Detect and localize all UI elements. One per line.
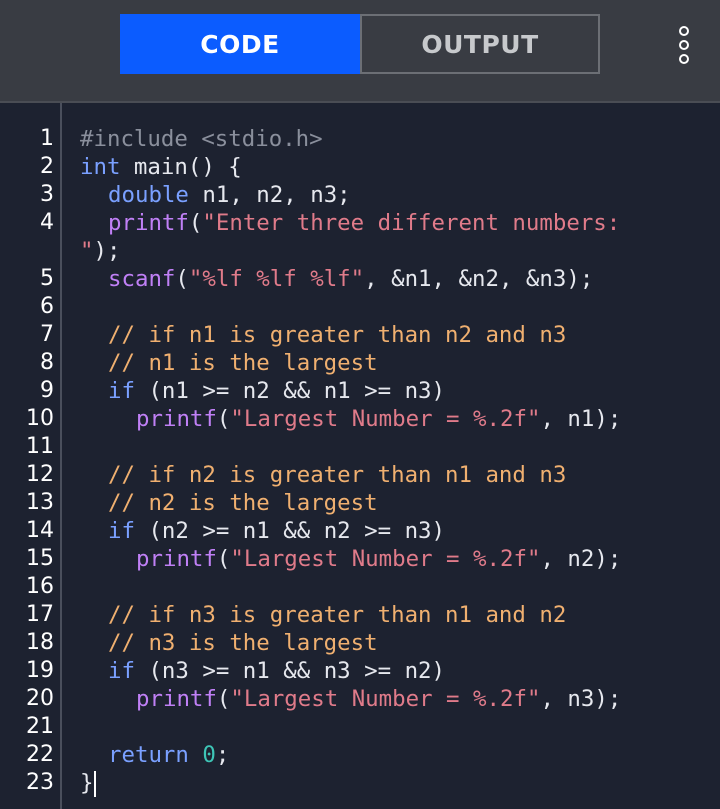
code-text: ( (216, 406, 231, 432)
code-line-17: // if n3 is greater than n1 and n2 (108, 601, 566, 629)
code-text: (n1 >= n2 && n1 >= n3) (134, 378, 446, 404)
line-number: 8 (40, 350, 54, 375)
code-text: n1, n2, n3; (188, 182, 351, 208)
preprocessor: #include <stdio.h> (80, 126, 323, 152)
keyword: double (108, 182, 189, 208)
code-line-20: printf("Largest Number = %.2f", n3); (136, 685, 621, 713)
keyword: int (80, 154, 121, 180)
line-number: 22 (26, 742, 54, 767)
code-text: ( (175, 266, 189, 292)
tab-code[interactable]: CODE (120, 14, 360, 74)
line-number: 6 (40, 294, 54, 319)
line-number: 5 (40, 266, 54, 291)
string-literal: "%lf %lf %lf" (188, 266, 365, 292)
code-line-5: scanf("%lf %lf %lf", &n1, &n2, &n3); (108, 265, 593, 293)
line-number: 15 (26, 546, 54, 571)
function-name: printf (136, 686, 217, 712)
code-text: (n2 >= n1 && n2 >= n3) (134, 518, 446, 544)
function-name: scanf (108, 266, 176, 292)
comment: // if n3 is greater than n1 and n2 (108, 602, 567, 628)
code-text: (n3 >= n1 && n3 >= n2) (134, 658, 446, 684)
comment: // n3 is the largest (108, 630, 378, 656)
line-number: 2 (40, 154, 54, 179)
comment: // n2 is the largest (108, 490, 378, 516)
code-line-10: printf("Largest Number = %.2f", n1); (136, 405, 621, 433)
string-literal: "Largest Number = %.2f" (230, 546, 541, 572)
menu-dot (679, 26, 689, 36)
code-text: ; (215, 742, 230, 768)
top-bar: CODE OUTPUT (0, 0, 720, 103)
line-number: 3 (40, 182, 54, 207)
code-text: } (80, 770, 94, 796)
code-line-8: // n1 is the largest (108, 349, 378, 377)
code-text: , &n1, &n2, &n3); (364, 266, 594, 292)
code-line-18: // n3 is the largest (108, 629, 378, 657)
line-number: 12 (26, 462, 54, 487)
tab-output[interactable]: OUTPUT (360, 14, 600, 74)
code-line-1: #include <stdio.h> (80, 125, 323, 153)
code-line-4: printf("Enter three different numbers: (108, 209, 620, 237)
code-line-22: return 0; (108, 741, 229, 769)
comment: // n1 is the largest (108, 350, 378, 376)
line-number-gutter: 1 2 3 4 5 6 7 8 9 10 11 12 13 14 15 16 1… (0, 103, 62, 809)
line-number: 4 (40, 210, 54, 235)
line-number: 11 (26, 434, 54, 459)
line-number: 9 (40, 378, 54, 403)
code-line-14: if (n2 >= n1 && n2 >= n3) (108, 517, 445, 545)
code-text: , n2); (540, 546, 622, 572)
string-literal: " (80, 238, 94, 264)
function-name: printf (136, 406, 217, 432)
code-text: , n1); (540, 406, 622, 432)
code-line-12: // if n2 is greater than n1 and n3 (108, 461, 566, 489)
keyword: if (108, 378, 135, 404)
keyword: if (108, 518, 135, 544)
string-literal: "Enter three different numbers: (202, 210, 621, 236)
code-line-23: } (80, 769, 97, 797)
code-text: ); (93, 238, 121, 264)
line-number: 1 (40, 126, 54, 151)
line-number: 20 (26, 686, 54, 711)
line-number: 18 (26, 630, 54, 655)
code-text: main() { (120, 154, 242, 180)
code-line-7: // if n1 is greater than n2 and n3 (108, 321, 566, 349)
line-number: 21 (26, 714, 54, 739)
code-line-3: double n1, n2, n3; (108, 181, 351, 209)
code-line-15: printf("Largest Number = %.2f", n2); (136, 545, 621, 573)
keyword: return (108, 742, 189, 768)
line-number: 23 (26, 770, 54, 795)
line-number: 13 (26, 490, 54, 515)
code-editor[interactable]: 1 2 3 4 5 6 7 8 9 10 11 12 13 14 15 16 1… (0, 103, 720, 809)
line-number: 14 (26, 518, 54, 543)
function-name: printf (136, 546, 217, 572)
line-number: 10 (26, 406, 54, 431)
code-line-9: if (n1 >= n2 && n1 >= n3) (108, 377, 445, 405)
string-literal: "Largest Number = %.2f" (230, 686, 541, 712)
code-line-19: if (n3 >= n1 && n3 >= n2) (108, 657, 445, 685)
function-name: printf (108, 210, 189, 236)
menu-dot (679, 54, 689, 64)
string-literal: "Largest Number = %.2f" (230, 406, 541, 432)
comment: // if n2 is greater than n1 and n3 (108, 462, 567, 488)
comment: // if n1 is greater than n2 and n3 (108, 322, 567, 348)
code-line-4-wrap: "); (80, 237, 120, 265)
code-line-13: // n2 is the largest (108, 489, 378, 517)
text-cursor (94, 770, 97, 797)
code-text: ( (216, 686, 231, 712)
code-text: , n3); (540, 686, 622, 712)
line-number: 19 (26, 658, 54, 683)
code-line-2: int main() { (80, 153, 242, 181)
code-text: ( (216, 546, 231, 572)
number-literal: 0 (202, 742, 216, 768)
keyword: if (108, 658, 135, 684)
line-number: 7 (40, 322, 54, 347)
code-text: ( (188, 210, 203, 236)
line-number: 16 (26, 574, 54, 599)
menu-dot (679, 40, 689, 50)
line-number: 17 (26, 602, 54, 627)
more-vertical-icon[interactable] (672, 26, 696, 64)
